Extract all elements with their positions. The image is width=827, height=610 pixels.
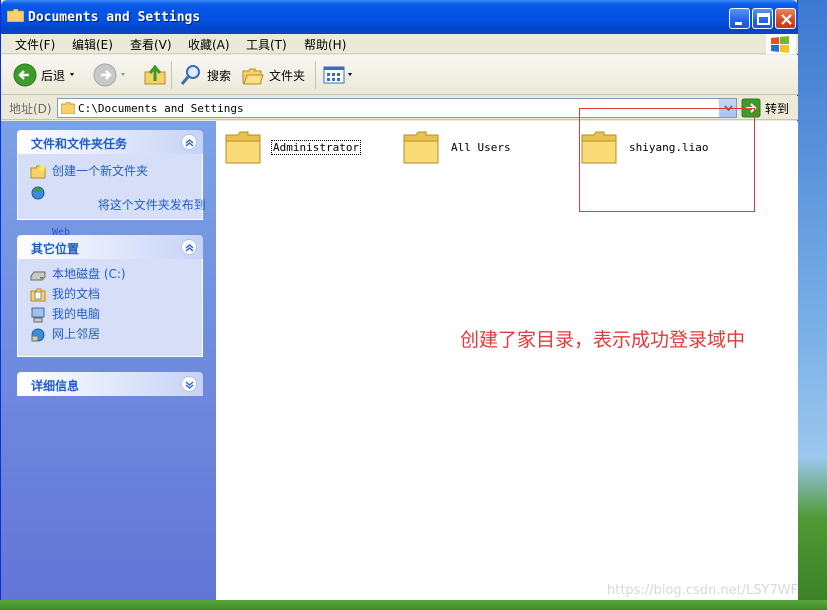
- annotation-highlight-box: [579, 108, 755, 212]
- task-label: 我的电脑: [52, 307, 101, 321]
- explorer-window: Documents and Settings 文件(F) 编辑(E) 查看(V)…: [0, 0, 798, 600]
- task-label-main: 将这个文件夹发布到: [97, 198, 206, 212]
- folders-label: 文件夹: [269, 68, 306, 83]
- drive-icon: [30, 271, 46, 281]
- back-label: 后退: [41, 68, 66, 83]
- toolbar-separator: [171, 61, 172, 89]
- menu-file[interactable]: 文件(F): [15, 36, 55, 53]
- network-icon: [31, 328, 45, 342]
- file-tasks-panel: 文件和文件夹任务 创建一个新文件夹 将这个文件夹发布到 Web: [17, 130, 206, 238]
- folder-item[interactable]: All Users: [402, 129, 512, 165]
- windows-logo: [766, 34, 796, 54]
- dropdown-arrow-icon: [121, 73, 125, 76]
- panel-header[interactable]: 其它位置: [17, 235, 203, 259]
- search-icon: [180, 65, 200, 85]
- up-folder-button[interactable]: [143, 61, 167, 89]
- task-label: 网上邻居: [52, 327, 101, 341]
- views-icon: [323, 66, 345, 84]
- folder-name: Administrator: [270, 139, 362, 155]
- task-label: 我的文档: [52, 287, 101, 301]
- chevron-up-icon: [185, 244, 194, 252]
- panel-title: 其它位置: [31, 242, 80, 256]
- minimize-button[interactable]: [729, 8, 750, 29]
- toolbar-separator: [315, 61, 316, 89]
- task-new-folder[interactable]: 创建一个新文件夹: [30, 164, 148, 180]
- dropdown-arrow-icon[interactable]: [65, 70, 79, 80]
- panel-header[interactable]: 文件和文件夹任务: [17, 130, 203, 154]
- panel-header[interactable]: 详细信息: [17, 372, 203, 396]
- new-folder-icon: [30, 165, 46, 179]
- place-local-disk[interactable]: 本地磁盘 (C:): [30, 267, 126, 283]
- panel-title: 文件和文件夹任务: [31, 137, 128, 151]
- forward-button[interactable]: [93, 61, 129, 89]
- back-arrow-icon: [13, 63, 37, 87]
- back-button[interactable]: 后退: [13, 61, 79, 89]
- windows-flag-icon: [771, 36, 789, 53]
- views-button[interactable]: [322, 61, 356, 89]
- maximize-button[interactable]: [752, 8, 773, 29]
- folder-name: All Users: [451, 140, 511, 154]
- collapse-button[interactable]: [181, 239, 197, 255]
- maximize-icon: [757, 13, 770, 25]
- folder-content-view: Administrator All Users shiyang.liao 创建了…: [216, 108, 798, 600]
- details-panel: 详细信息: [17, 372, 203, 396]
- folder-icon: [225, 131, 261, 164]
- menu-tools[interactable]: 工具(T): [246, 36, 287, 53]
- task-label: 本地磁盘 (C:): [52, 267, 126, 281]
- panel-body: 本地磁盘 (C:) 我的文档 我的电脑 网上邻居: [17, 259, 203, 357]
- folder-item[interactable]: Administrator: [224, 129, 362, 165]
- my-documents-icon: [30, 288, 46, 302]
- close-button[interactable]: [775, 8, 796, 29]
- chevron-down-icon: [185, 381, 194, 389]
- dropdown-arrow-icon: [348, 73, 352, 76]
- panel-title: 详细信息: [31, 379, 80, 393]
- close-icon: [781, 14, 792, 25]
- search-label: 搜索: [207, 68, 232, 83]
- minimize-icon: [735, 22, 742, 25]
- menu-favorites[interactable]: 收藏(A): [188, 36, 230, 53]
- folder-icon: [7, 9, 24, 22]
- title-bar[interactable]: Documents and Settings: [1, 0, 798, 34]
- collapse-button[interactable]: [181, 134, 197, 150]
- expand-button[interactable]: [181, 376, 197, 392]
- publish-web-icon: [31, 186, 45, 200]
- task-label: 创建一个新文件夹: [52, 164, 149, 178]
- folder-icon: [403, 131, 439, 164]
- place-network[interactable]: 网上邻居: [30, 327, 100, 343]
- address-label: 地址(D): [9, 102, 52, 116]
- menu-view[interactable]: 查看(V): [130, 36, 172, 53]
- taskbar-edge: [0, 600, 827, 610]
- task-pane: 文件和文件夹任务 创建一个新文件夹 将这个文件夹发布到 Web 其它位置 本地磁…: [1, 121, 216, 600]
- address-value: C:\Documents and Settings: [78, 102, 244, 115]
- panel-body: 创建一个新文件夹 将这个文件夹发布到 Web: [17, 154, 206, 238]
- menu-help[interactable]: 帮助(H): [304, 36, 346, 53]
- menu-bar: 文件(F) 编辑(E) 查看(V) 收藏(A) 工具(T) 帮助(H): [1, 34, 798, 54]
- watermark: https://blog.csdn.net/LSY7WF: [607, 583, 799, 598]
- other-places-panel: 其它位置 本地磁盘 (C:) 我的文档 我的电脑 网上邻居: [17, 235, 203, 357]
- place-my-documents[interactable]: 我的文档: [30, 287, 100, 303]
- search-button[interactable]: 搜索: [179, 61, 231, 89]
- window-title: Documents and Settings: [28, 10, 201, 25]
- forward-arrow-icon: [93, 63, 117, 87]
- folders-button[interactable]: 文件夹: [241, 61, 305, 89]
- chevron-up-icon: [185, 139, 194, 147]
- menu-edit[interactable]: 编辑(E): [72, 36, 113, 53]
- my-computer-icon: [31, 307, 45, 323]
- toolbar: 后退 搜索 文件夹: [1, 55, 798, 95]
- go-label: 转到: [765, 101, 790, 116]
- annotation-text: 创建了家目录，表示成功登录域中: [460, 329, 746, 351]
- up-folder-icon: [144, 64, 166, 85]
- place-my-computer[interactable]: 我的电脑: [30, 307, 100, 323]
- folder-icon: [61, 102, 75, 114]
- folders-icon: [242, 68, 264, 85]
- desktop-background: [797, 0, 827, 610]
